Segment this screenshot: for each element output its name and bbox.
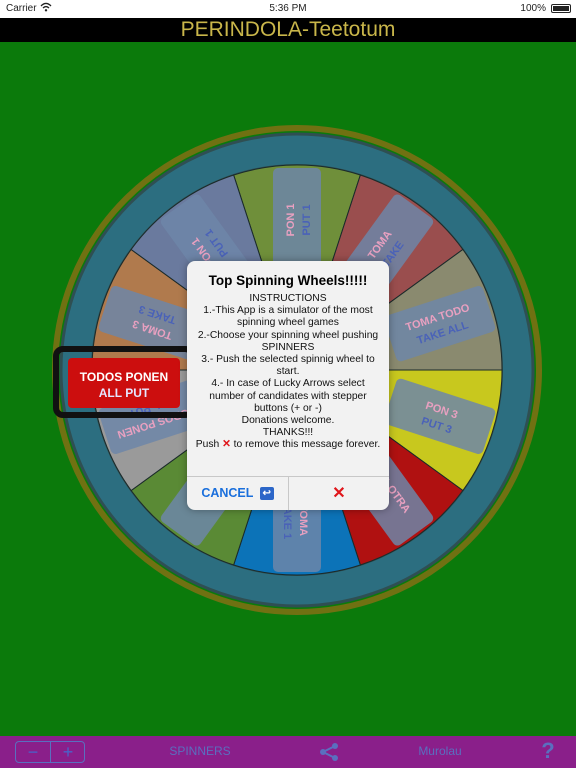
close-icon: ✕ [332, 485, 346, 502]
bottom-toolbar: − + SPINNERS Murolau ? [0, 736, 576, 768]
segment-label-line2: PUT 1 [301, 204, 313, 235]
help-button[interactable]: ? [538, 738, 558, 764]
dialog-line: THANKS!!! [262, 427, 314, 439]
app-title: PERINDOLA-Teetotum [180, 18, 396, 41]
dialog-body: INSTRUCTIONS 1.-This App is a simulator … [195, 293, 381, 452]
title-bar: PERINDOLA-Teetotum [0, 18, 576, 42]
instructions-dialog: Top Spinning Wheels!!!!! INSTRUCTIONS 1.… [187, 261, 389, 510]
undo-icon: ↩ [259, 487, 274, 501]
remove-message-button[interactable]: ✕ [289, 477, 389, 510]
battery-icon [551, 4, 571, 13]
segment-card-bg [273, 168, 321, 272]
selected-segment-line2: ALL PUT [98, 386, 150, 400]
dialog-line: 2.-Choose your spinning wheel pushing SP… [197, 329, 379, 353]
user-button[interactable]: Murolau [390, 744, 490, 758]
status-time: 5:36 PM [269, 3, 307, 14]
spinners-button[interactable]: SPINNERS [140, 744, 260, 758]
stepper-minus-button[interactable]: − [16, 742, 50, 762]
dialog-push-line: Push ✕ to remove this message forever. [195, 439, 381, 451]
red-x-icon: ✕ [222, 439, 231, 451]
dialog-line: 1.-This App is a simulator of the most s… [203, 305, 373, 329]
battery-percent: 100% [520, 3, 546, 14]
wheel-segment-card: PON 1 PUT 1 [273, 168, 321, 272]
segment-label-line1: PON 1 [285, 203, 297, 236]
status-bar: Carrier 5:36 PM 100% [0, 0, 576, 18]
push-suffix: to remove this message forever. [233, 439, 381, 451]
selected-segment-line1: TODOS PONEN [79, 370, 169, 384]
dialog-line: 4.- In case of Lucky Arrows select numbe… [209, 378, 367, 414]
push-prefix: Push [195, 439, 220, 451]
cancel-label: CANCEL [201, 486, 254, 500]
dialog-title: Top Spinning Wheels!!!!! [208, 273, 368, 288]
share-icon[interactable] [318, 742, 340, 762]
cancel-button[interactable]: CANCEL ↩ [187, 477, 288, 510]
dialog-line: 3.- Push the selected spinnig wheel to s… [201, 354, 375, 378]
candidates-stepper[interactable]: − + [15, 741, 85, 763]
dialog-line: INSTRUCTIONS [249, 293, 327, 304]
stepper-plus-button[interactable]: + [51, 742, 85, 762]
dialog-line: Donations welcome. [241, 415, 335, 427]
selected-segment-button[interactable]: TODOS PONEN ALL PUT [68, 358, 180, 408]
